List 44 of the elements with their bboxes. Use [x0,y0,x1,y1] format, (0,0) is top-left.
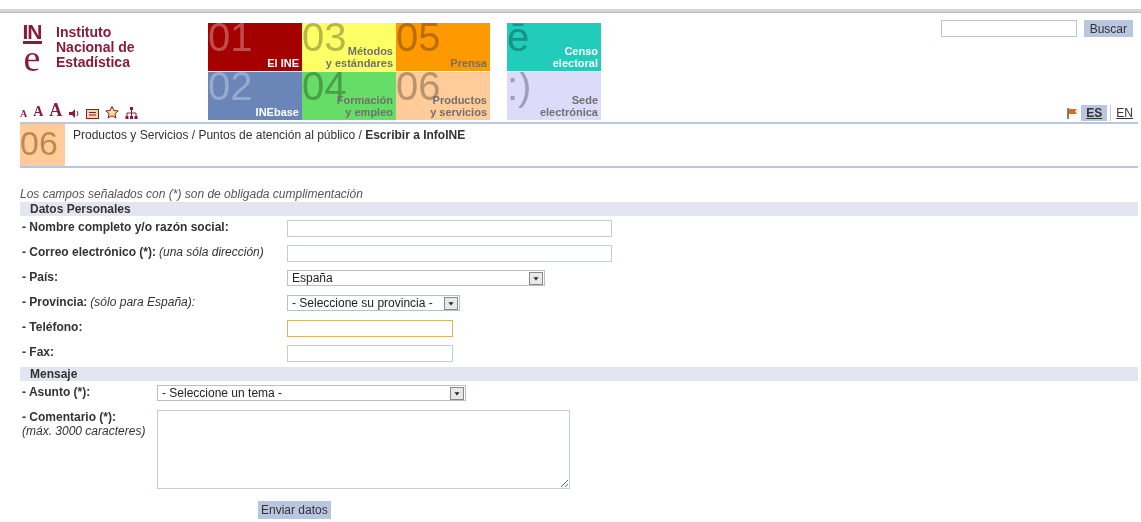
caret-icon [450,386,464,400]
select-field[interactable]: España [287,270,545,286]
language-link[interactable]: EN [1110,105,1138,121]
text-size-link[interactable]: A [33,105,44,119]
language-link[interactable]: ES [1081,105,1108,121]
caret-icon [444,296,458,310]
field-label: - Provincia: [22,295,88,309]
logo-mark: IN [22,23,42,44]
field-label: - Teléfono: [22,320,83,334]
caret-icon [529,271,543,285]
search-button[interactable]: Buscar [1083,20,1133,37]
field-label: - Correo electrónico (*): [22,245,156,259]
speaker-icon[interactable] [68,108,81,119]
input-field[interactable] [287,345,453,362]
section-number: 06 [20,124,65,166]
text-size-link[interactable]: A [20,109,28,119]
institute-name: Instituto Nacional de Estadística [56,25,135,72]
document-icon[interactable] [86,109,100,119]
field-label: - Comentario (*): [22,410,116,424]
search-field[interactable] [940,20,1077,37]
field-note: (máx. 3000 caracteres) [22,424,146,438]
submit-button[interactable]: Enviar datos [258,501,331,519]
field-label: - Fax: [22,345,54,359]
section-header: Mensaje [20,367,1138,381]
select-field[interactable]: - Seleccione su provincia - [287,295,460,311]
input-field[interactable] [287,320,453,337]
section-tile[interactable]: 01 El INE [208,23,302,71]
input-field[interactable] [287,220,612,237]
breadcrumb: Productos y Servicios / Puntos de atención al público / Escribir a InfoINE [73,128,466,142]
select-field[interactable]: - Seleccione un tema - [157,385,466,401]
flag-icon [1067,107,1079,119]
field-note: (una sóla dirección) [159,245,264,259]
section-header: Datos Personales [20,202,1138,216]
required-note: Los campos señalados con (*) son de obligada cumplimentación [20,187,364,201]
field-note: (sólo para España): [90,295,196,309]
field-label: - Asunto (*): [22,385,91,399]
input-field[interactable] [287,245,612,262]
text-size-link[interactable]: A [49,101,63,119]
star-icon[interactable] [105,106,120,119]
sitemap-icon[interactable] [125,107,139,119]
logo-mark: e [23,44,41,72]
field-label: - País: [22,270,58,284]
comment-field[interactable] [157,410,570,489]
field-label: - Nombre completo y/o razón social: [22,220,229,234]
